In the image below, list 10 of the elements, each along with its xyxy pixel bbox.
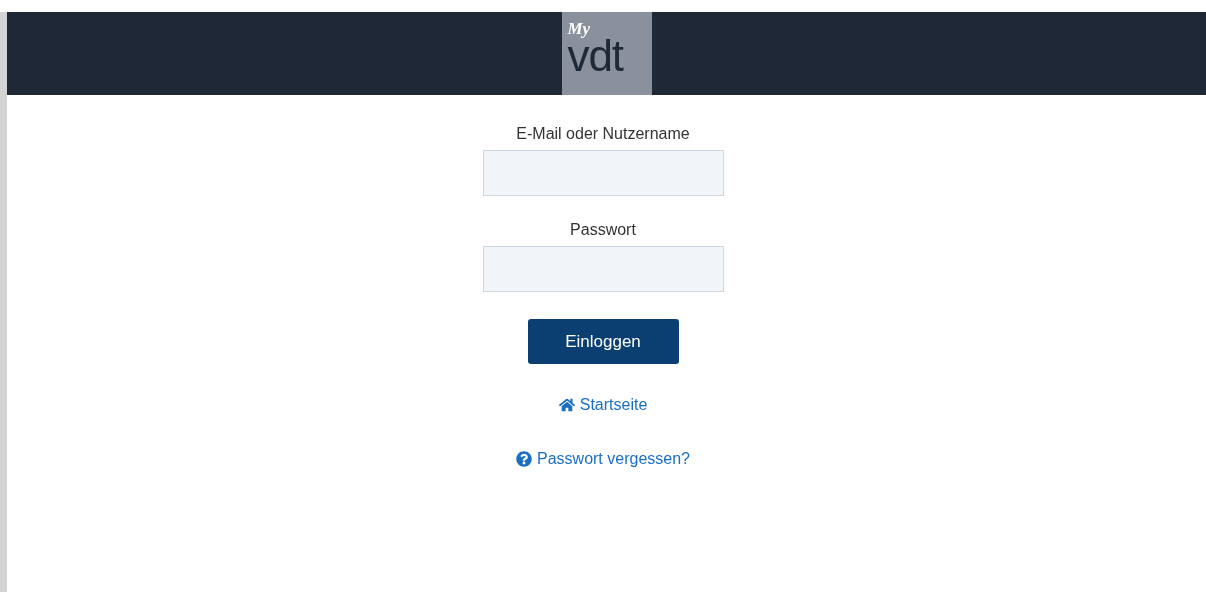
input-field[interactable]	[482, 246, 724, 292]
field-label: Passwort	[570, 220, 636, 240]
logo-prefix: My	[567, 20, 592, 37]
field-label: E-Mail oder Nutzername	[516, 124, 690, 144]
link[interactable]: Startseite	[579, 393, 648, 417]
question-icon	[516, 451, 532, 467]
home-icon	[558, 397, 575, 413]
input-field[interactable]	[482, 150, 724, 196]
link[interactable]: Passwort vergessen?	[537, 447, 690, 471]
login-button[interactable]: Einloggen	[527, 319, 679, 364]
